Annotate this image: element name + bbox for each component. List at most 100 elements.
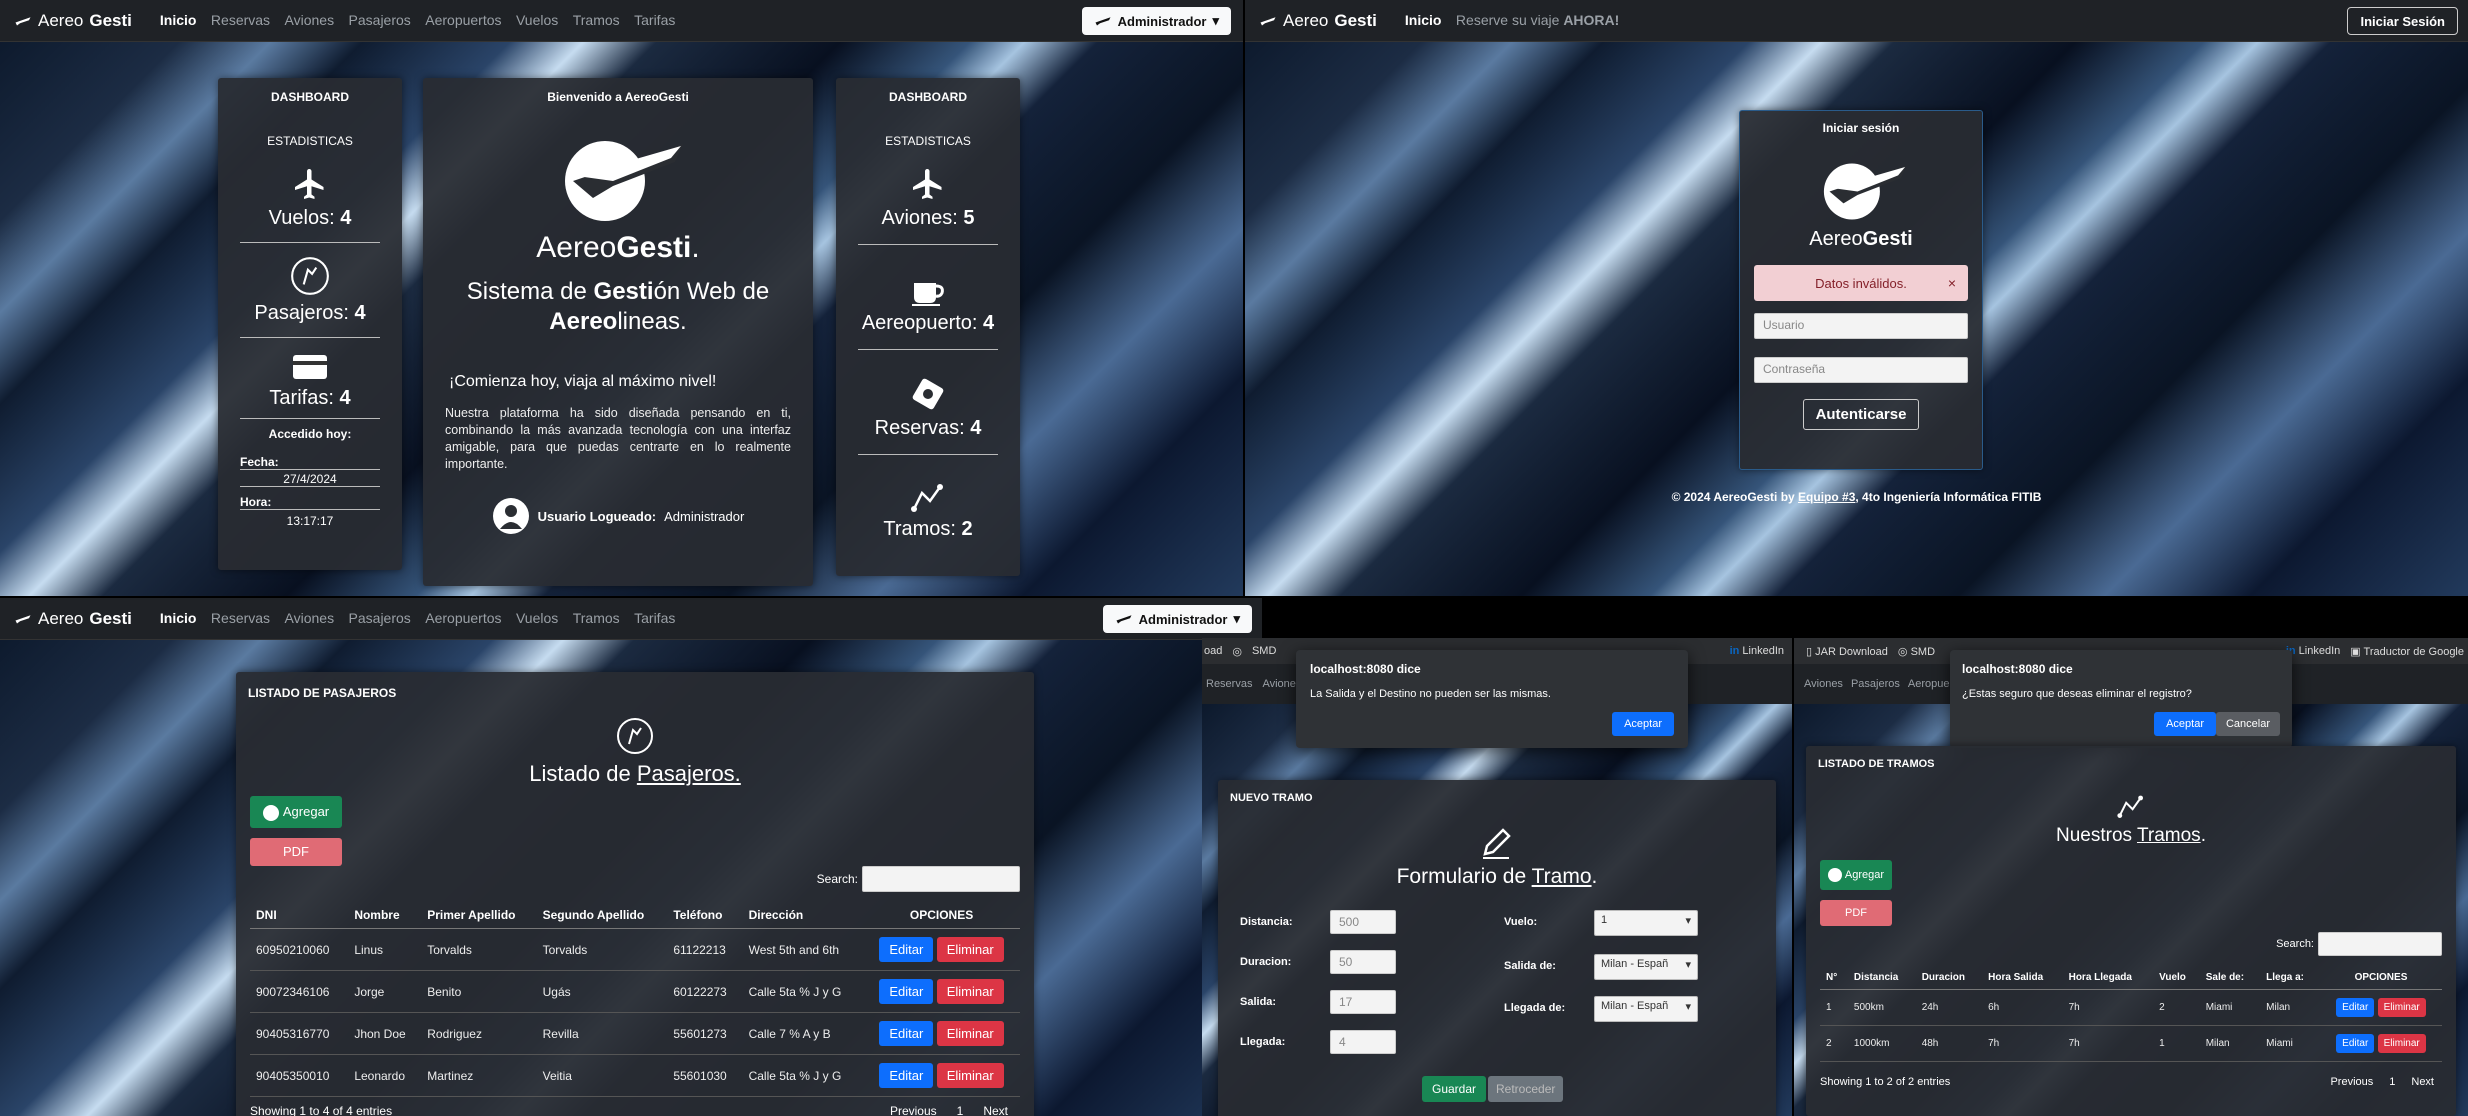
brand-logo[interactable]: Aereo Gesti	[14, 609, 132, 629]
brand-logo[interactable]: Aereo Gesti	[14, 11, 132, 31]
prev-page[interactable]: Previous	[890, 1104, 937, 1116]
delete-button[interactable]: Eliminar	[2377, 1034, 2426, 1053]
llegada-de-select[interactable]: Milan - Españ ▾	[1594, 996, 1698, 1022]
col-hora-salida[interactable]: Hora Salida	[1982, 966, 2063, 990]
bookmark[interactable]: oad	[1204, 645, 1222, 657]
pdf-button[interactable]: PDF	[250, 838, 342, 866]
prev-page[interactable]: Previous	[2330, 1076, 2373, 1088]
delete-button[interactable]: Eliminar	[936, 1021, 1004, 1046]
nav-tarifas[interactable]: Tarifas	[634, 12, 675, 28]
main-nav: Inicio Reservas Aviones Pasajeros Aeropu…	[160, 610, 685, 628]
password-input[interactable]: Contraseña	[1754, 357, 1968, 383]
col-sale-de[interactable]: Sale de:	[2199, 966, 2261, 990]
login-nav-button[interactable]: Iniciar Sesión	[2347, 7, 2458, 35]
nav-reservas[interactable]: Reservas	[211, 12, 270, 28]
col-direccion[interactable]: Dirección	[742, 902, 864, 929]
nav-tarifas[interactable]: Tarifas	[634, 610, 675, 626]
bookmark[interactable]: ▯ JAR Download	[1806, 645, 1888, 658]
caret-down-icon: ▾	[1212, 13, 1219, 28]
table-row: 90405316770 Jhon Doe Rodriguez Revilla 55601…	[250, 1012, 1020, 1055]
nav-aviones[interactable]: Aviones	[285, 12, 335, 28]
vuelo-select[interactable]: 1 ▾	[1594, 910, 1698, 936]
nav-aeropuertos[interactable]: Aeropuertos	[425, 12, 501, 28]
close-icon[interactable]: ×	[1948, 275, 1956, 291]
llegada-input[interactable]: 4	[1330, 1030, 1396, 1054]
cancel-button[interactable]: Cancelar	[2215, 712, 2280, 736]
delete-button[interactable]: Eliminar	[2377, 998, 2426, 1017]
page-1[interactable]: 1	[957, 1104, 964, 1116]
page-1[interactable]: 1	[2389, 1076, 2395, 1088]
nav-inicio[interactable]: Inicio	[160, 610, 197, 626]
username-input[interactable]: Usuario	[1754, 313, 1968, 339]
nav-tramos[interactable]: Tramos	[573, 12, 620, 28]
nav-vuelos[interactable]: Vuelos	[516, 610, 558, 626]
edit-button[interactable]: Editar	[879, 1063, 934, 1088]
nav-pasajeros[interactable]: Pasajeros	[1851, 678, 1900, 690]
nav-reservas[interactable]: Reservas	[1206, 678, 1252, 690]
duracion-input[interactable]: 50	[1330, 950, 1396, 974]
bookmark[interactable]: ◎ SMD	[1898, 645, 1935, 658]
admin-dropdown[interactable]: Administrador ▾	[1102, 605, 1252, 633]
col-primer-apellido[interactable]: Primer Apellido	[421, 902, 537, 929]
nav-tramos[interactable]: Tramos	[573, 610, 620, 626]
nav-inicio[interactable]: Inicio	[1405, 12, 1442, 28]
col-vuelo[interactable]: Vuelo	[2153, 966, 2200, 990]
nav-pasajeros[interactable]: Pasajeros	[349, 12, 411, 28]
add-button[interactable]: Agregar	[1820, 860, 1892, 890]
edit-button[interactable]: Editar	[2336, 1034, 2375, 1053]
delete-button[interactable]: Eliminar	[936, 979, 1004, 1004]
tramos-screen: ▯ JAR Download ◎ SMD in LinkedIn ▣ Tradu…	[1794, 638, 2468, 1116]
edit-button[interactable]: Editar	[879, 1021, 934, 1046]
delete-button[interactable]: Eliminar	[936, 1063, 1004, 1088]
search-input[interactable]	[2318, 932, 2442, 956]
nav-aviones[interactable]: Aviones	[1804, 678, 1843, 690]
bookmark[interactable]: ▣ Traductor de Google	[2350, 645, 2464, 658]
nav-aviones[interactable]: Aviones	[285, 610, 335, 626]
authenticate-button[interactable]: Autenticarse	[1802, 399, 1920, 430]
col-telefono[interactable]: Teléfono	[667, 902, 743, 929]
nav-vuelos[interactable]: Vuelos	[516, 12, 558, 28]
col-llega-a[interactable]: Llega a:	[2260, 966, 2320, 990]
plane-icon	[1260, 16, 1276, 25]
edit-button[interactable]: Editar	[879, 937, 934, 962]
brand-logo[interactable]: Aereo Gesti	[1259, 11, 1377, 31]
bookmark[interactable]: in LinkedIn	[1730, 645, 1784, 657]
col-dni[interactable]: DNI	[250, 902, 349, 929]
delete-button[interactable]: Eliminar	[936, 937, 1004, 962]
save-button[interactable]: Guardar	[1422, 1076, 1487, 1102]
col-numero[interactable]: N°	[1820, 966, 1848, 990]
add-button[interactable]: Agregar	[250, 796, 342, 828]
accept-button[interactable]: Aceptar	[2154, 712, 2216, 736]
next-page[interactable]: Next	[983, 1104, 1008, 1116]
nav-aeropuertos[interactable]: Aeropuertos	[425, 610, 501, 626]
back-button[interactable]: Retroceder	[1488, 1076, 1564, 1102]
table-row: 1 500km 24h 6h 7h 2 Miami Milan Editar Eliminar	[1820, 989, 2442, 1026]
nav-reservas[interactable]: Reservas	[211, 610, 270, 626]
salida-label: Salida:	[1240, 996, 1277, 1008]
bookmark[interactable]: in LinkedIn	[2286, 645, 2340, 657]
admin-dropdown[interactable]: Administrador ▾	[1081, 7, 1231, 35]
caret-down-icon: ▾	[1233, 611, 1240, 626]
team-link[interactable]: Equipo #3	[1798, 490, 1855, 504]
col-nombre[interactable]: Nombre	[348, 902, 422, 929]
col-distancia[interactable]: Distancia	[1847, 966, 1916, 990]
next-page[interactable]: Next	[2411, 1076, 2434, 1088]
col-duracion[interactable]: Duracion	[1915, 966, 1983, 990]
salida-input[interactable]: 17	[1330, 990, 1396, 1014]
divider	[858, 454, 998, 455]
salida-de-select[interactable]: Milan - Españ ▾	[1594, 954, 1698, 980]
nav-inicio[interactable]: Inicio	[160, 12, 197, 28]
airplane-icon	[836, 166, 1020, 207]
aereogesti-logo-icon	[423, 126, 813, 231]
distancia-input[interactable]: 500	[1330, 910, 1396, 934]
edit-button[interactable]: Editar	[2336, 998, 2375, 1017]
nav-pasajeros[interactable]: Pasajeros	[349, 610, 411, 626]
search-input[interactable]	[862, 866, 1020, 892]
accept-button[interactable]: Aceptar	[1612, 712, 1674, 736]
main-nav: Inicio Reservas Aviones Pasajeros Aeropu…	[160, 12, 685, 30]
bookmark[interactable]: SMD	[1252, 645, 1276, 657]
col-hora-llegada[interactable]: Hora Llegada	[2062, 966, 2154, 990]
col-segundo-apellido[interactable]: Segundo Apellido	[536, 902, 668, 929]
edit-button[interactable]: Editar	[879, 979, 934, 1004]
pdf-button[interactable]: PDF	[1820, 900, 1892, 926]
